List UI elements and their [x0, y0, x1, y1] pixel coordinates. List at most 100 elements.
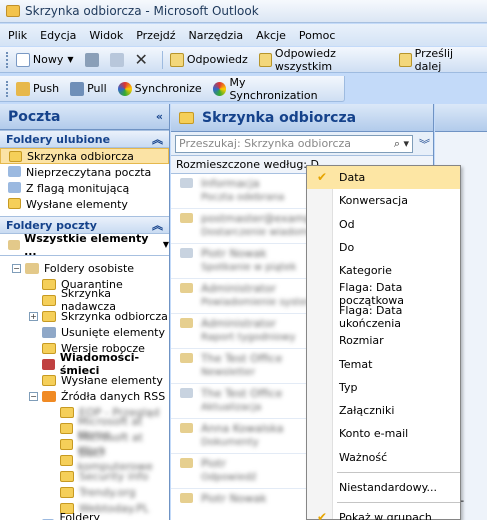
folder-outbox[interactable]: Skrzynka nadawcza: [0, 287, 169, 313]
search-input[interactable]: Przeszukaj: Skrzynka odbiorcza ⌕ ▾: [175, 134, 413, 153]
sync-icon: [212, 81, 227, 96]
collapse-toggle[interactable]: −: [29, 391, 38, 401]
menu-item-date[interactable]: ✔ Data: [307, 166, 460, 190]
forward-button[interactable]: Prześlij dalej: [397, 47, 480, 73]
expand-query-icon[interactable]: ︾: [419, 136, 430, 152]
menu-go[interactable]: Przejdź: [136, 29, 175, 42]
folder-rss[interactable]: − Źródła danych RSS: [0, 388, 169, 404]
menu-actions[interactable]: Akcje: [256, 29, 286, 42]
favorite-inbox[interactable]: Skrzynka odbiorcza: [0, 148, 169, 164]
folder-icon: [60, 422, 73, 434]
menu-help[interactable]: Pomoc: [299, 29, 335, 42]
mail-icon: [180, 318, 193, 328]
reply-all-icon: [258, 52, 272, 67]
arrange-by-menu: ✔ Data Konwersacja Od Do Kategorie Flaga:…: [306, 165, 461, 520]
nav-header: Poczta «: [0, 104, 169, 130]
folder-junk[interactable]: Wiadomości-śmieci: [0, 351, 169, 377]
window-title: Skrzynka odbiorcza - Microsoft Outlook: [25, 4, 259, 18]
menu-view[interactable]: Widok: [89, 29, 123, 42]
menu-separator: [337, 471, 460, 473]
title-bar: Skrzynka odbiorcza - Microsoft Outlook: [0, 0, 487, 23]
rss-feed-folder[interactable]: Security info: [0, 468, 169, 484]
toolbar-grip[interactable]: [6, 51, 9, 68]
toolbar-separator: [161, 50, 163, 69]
folder-sent[interactable]: Wysłane elementy: [0, 372, 169, 388]
favorite-sent[interactable]: Wysłane elementy: [0, 196, 169, 212]
menu-item-subject[interactable]: Temat: [307, 352, 460, 375]
sent-folder-icon: [42, 374, 56, 386]
toolbar-grip[interactable]: [6, 80, 9, 97]
menu-item-from[interactable]: Od: [307, 213, 460, 236]
synchronize-button[interactable]: Synchronize: [116, 78, 204, 100]
navigation-pane: Poczta « Foldery ulubione ︽ Skrzynka odb…: [0, 104, 170, 520]
menu-item-show-groups[interactable]: ✔ Pokaż w grupach: [307, 506, 460, 520]
folder-icon: [60, 406, 74, 418]
collapse-icon[interactable]: «: [156, 110, 163, 123]
push-icon: [15, 81, 30, 96]
printer-icon: [84, 52, 99, 67]
menu-item-attachments[interactable]: Załączniki: [307, 399, 460, 422]
pull-button[interactable]: Pull: [68, 78, 109, 100]
read-mail-icon: [180, 178, 193, 188]
my-synchronization-button[interactable]: My Synchronization: [211, 76, 337, 102]
personal-folders-icon: [25, 262, 39, 274]
deleted-items-icon: [42, 326, 56, 338]
outbox-icon: [42, 294, 56, 306]
menu-item-flag-due[interactable]: Flaga: Data ukończenia: [307, 304, 460, 330]
menu-item-importance[interactable]: Ważność: [307, 446, 460, 469]
rss-feed-folder[interactable]: Sieci komputerowe: [0, 447, 169, 473]
menu-item-size[interactable]: Rozmiar: [307, 329, 460, 352]
folder-icon: [60, 438, 74, 450]
search-icon[interactable]: ⌕ ▾: [394, 137, 409, 151]
chevron-down-icon[interactable]: ▼: [67, 55, 73, 64]
menu-separator: [337, 502, 460, 504]
mail-icon: [180, 493, 193, 503]
read-mail-icon: [180, 248, 193, 258]
menu-file[interactable]: Plik: [8, 29, 27, 42]
menu-tools[interactable]: Narzędzia: [189, 29, 244, 42]
folder-inbox[interactable]: + Skrzynka odbiorcza: [0, 308, 169, 324]
menu-item-type[interactable]: Typ: [307, 376, 460, 399]
menu-item-conversation[interactable]: Konwersacja: [307, 189, 460, 212]
collapse-toggle[interactable]: −: [12, 263, 21, 273]
folder-icon: [60, 486, 74, 498]
favorites-header[interactable]: Foldery ulubione ︽: [0, 130, 169, 148]
chevron-up-icon[interactable]: ︽: [152, 131, 163, 147]
menu-item-account[interactable]: Konto e-mail: [307, 422, 460, 445]
folder-search-folders[interactable]: +Foldery wyszukiwania: [0, 511, 169, 520]
rss-feed-folder[interactable]: Trendy.org: [0, 484, 169, 500]
print-button[interactable]: [83, 49, 101, 71]
reply-all-button[interactable]: Odpowiedz wszystkim: [257, 47, 390, 73]
folder-deleted[interactable]: Usunięte elementy: [0, 324, 169, 340]
expand-toggle[interactable]: +: [29, 311, 38, 321]
outlook-icon: [6, 5, 20, 17]
favorite-flagged[interactable]: Z flagą monitującą: [0, 180, 169, 196]
pull-icon: [70, 81, 85, 96]
menu-item-flag-start[interactable]: Flaga: Data początkowa: [307, 281, 460, 307]
delete-button[interactable]: ✕: [133, 49, 150, 71]
mail-icon: [180, 283, 193, 293]
folder-personal[interactable]: − Foldery osobiste: [0, 260, 169, 276]
standard-toolbar: Nowy ▼ ✕ Odpowiedz Odpowiedz wszystkim P…: [0, 47, 487, 73]
menu-item-custom[interactable]: Niestandardowy...: [307, 476, 460, 499]
read-mail-icon: [180, 388, 193, 398]
menu-edit[interactable]: Edycja: [40, 29, 76, 42]
mail-icon: [8, 239, 21, 250]
check-icon: ✔: [316, 170, 328, 184]
menu-item-to[interactable]: Do: [307, 236, 460, 259]
folder-icon: [60, 470, 74, 482]
chevron-down-icon[interactable]: ▼: [163, 240, 169, 249]
move-icon: [109, 52, 124, 67]
move-button[interactable]: [108, 49, 126, 71]
sent-folder-icon: [8, 198, 21, 209]
reply-icon: [169, 52, 184, 67]
favorite-unread[interactable]: Nieprzeczytana poczta: [0, 164, 169, 180]
push-button[interactable]: Push: [14, 78, 61, 100]
new-button[interactable]: Nowy ▼: [14, 49, 76, 71]
menu-item-categories[interactable]: Kategorie: [307, 259, 460, 282]
search-bar: Przeszukaj: Skrzynka odbiorcza ⌕ ▾ ︾: [171, 132, 433, 156]
search-folder-icon: [8, 166, 21, 177]
all-items-selector[interactable]: Wszystkie elementy ... ▼: [0, 232, 169, 258]
reply-button[interactable]: Odpowiedz: [168, 49, 250, 71]
new-mail-icon: [15, 52, 30, 67]
